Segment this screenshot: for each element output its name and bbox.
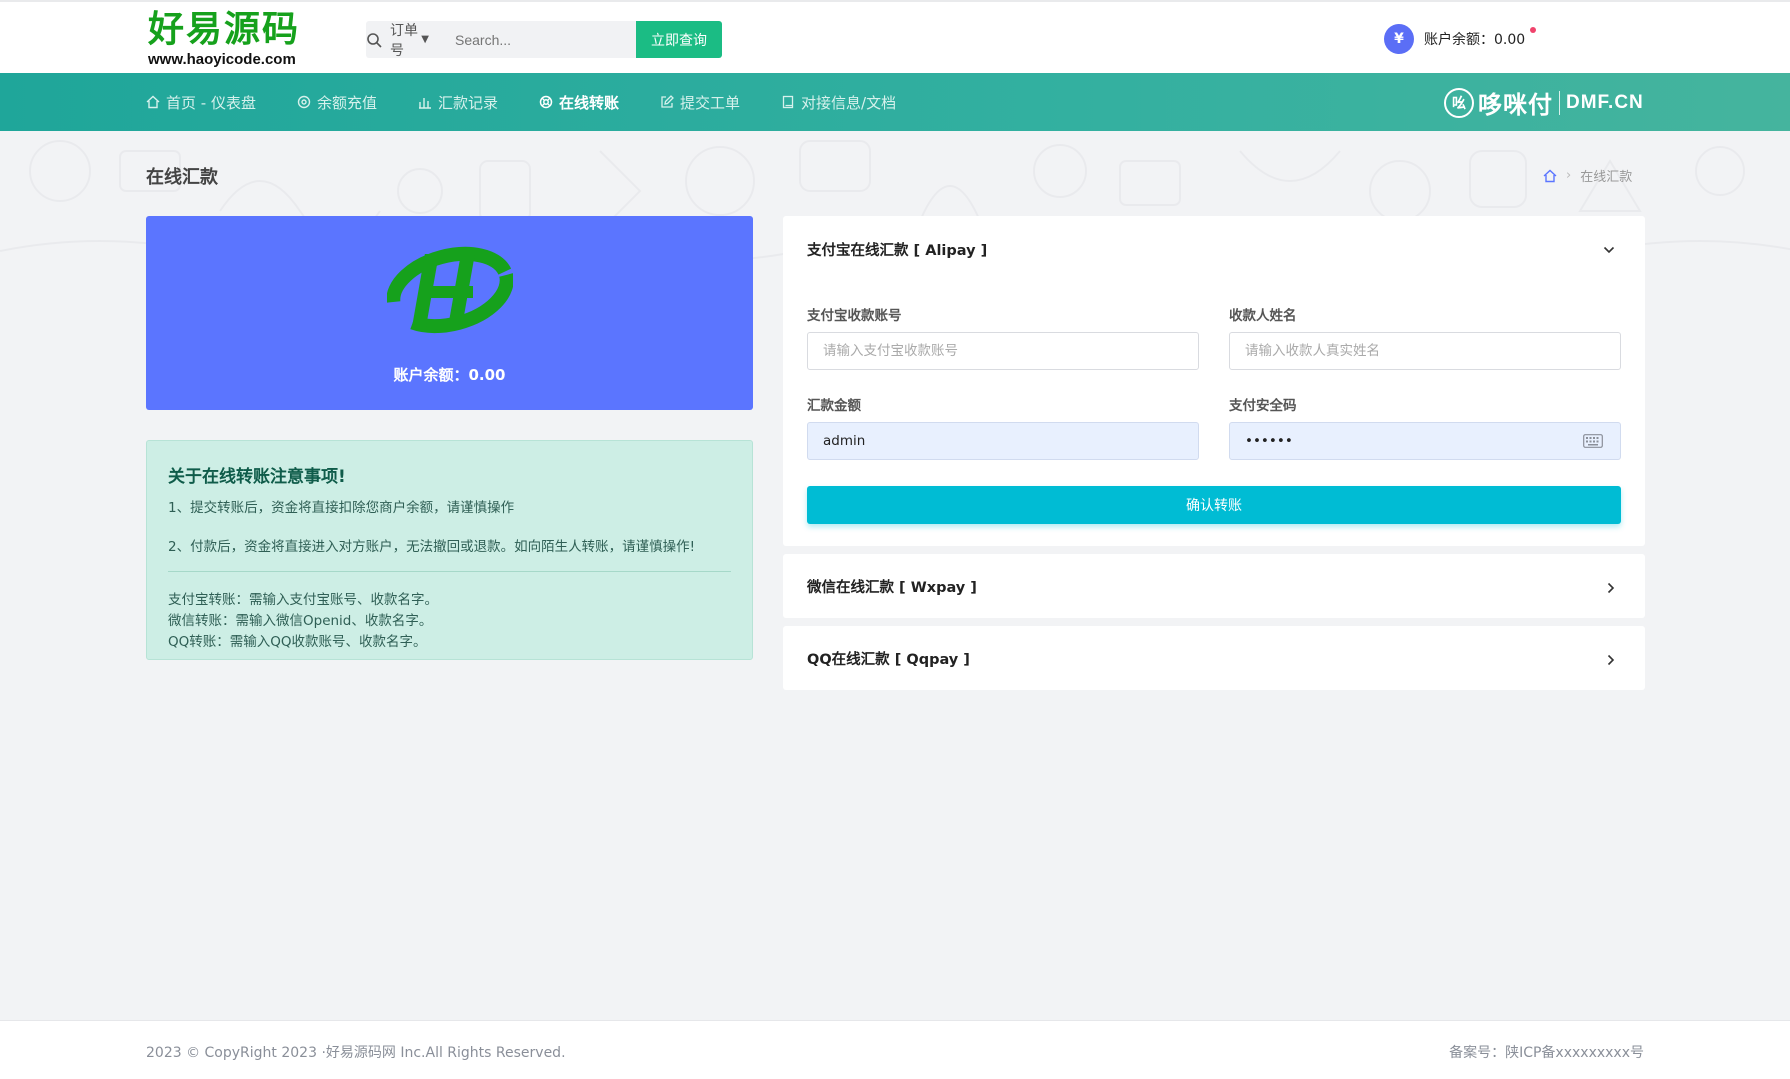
search-type-value: 订单号 [390, 22, 418, 59]
chevron-down-icon[interactable] [1603, 246, 1615, 254]
payee-name-label: 收款人姓名 [1229, 308, 1297, 324]
book-icon [782, 95, 794, 109]
chevron-right-icon[interactable] [1607, 582, 1615, 594]
nav-label: 余额充值 [316, 93, 377, 112]
nav-label: 首页 - 仪表盘 [166, 93, 256, 112]
brand-divider [1559, 90, 1560, 115]
nav-item-docs[interactable]: 对接信息/文档 [781, 92, 896, 113]
notice-line-1: 1、提交转账后，资金将直接扣除您商户余额，请谨慎操作 [168, 500, 515, 516]
balance-text: 账户余额：0.00 [1424, 32, 1526, 48]
nav-label: 对接信息/文档 [801, 93, 897, 112]
nav-label: 提交工单 [680, 93, 741, 112]
alipay-account-label: 支付宝收款账号 [807, 308, 902, 324]
footer-icp[interactable]: 备案号：陕ICP备xxxxxxxxx号 [1449, 1042, 1644, 1062]
notice-divider [168, 571, 731, 572]
site-logo[interactable]: 好易源码 www.haoyicode.com [148, 10, 308, 70]
search-type-select[interactable]: 订单号 ▼ [382, 20, 435, 60]
nav-items: 首页 - 仪表盘 余额充值 汇款记录 在线转账 提交工单 对接信息/文档 [146, 73, 937, 131]
payee-name-input[interactable] [1229, 332, 1621, 370]
search-icon [366, 21, 382, 58]
breadcrumb-separator: › [1566, 168, 1572, 183]
nav-item-recharge[interactable]: 余额充值 [297, 92, 377, 113]
notice-wechat: 微信转账：需输入微信Openid、收款名字。 [168, 613, 433, 629]
hl-logo-icon [387, 246, 513, 334]
search-button[interactable]: 立即查询 [636, 21, 722, 58]
caret-down-icon: ▼ [421, 34, 429, 45]
brand-name-cn: 哆咪付 [1478, 91, 1553, 119]
nav-item-dashboard[interactable]: 首页 - 仪表盘 [146, 92, 256, 113]
page-title: 在线汇款 [146, 167, 218, 188]
nav-label: 在线转账 [558, 93, 619, 112]
main-nav: 首页 - 仪表盘 余额充值 汇款记录 在线转账 提交工单 对接信息/文档 吆 哆… [0, 73, 1790, 131]
amount-label: 汇款金额 [807, 398, 861, 414]
balance-card: 账户余额：0.00 [146, 216, 753, 410]
wechat-panel[interactable]: 微信在线汇款 [ Wxpay ] [783, 554, 1645, 618]
keyboard-icon[interactable] [1583, 434, 1603, 448]
brand-logo[interactable]: 吆 哆咪付 DMF.CN [1444, 85, 1644, 120]
notice-card: 关于在线转账注意事项! 1、提交转账后，资金将直接扣除您商户余额，请谨慎操作 2… [146, 440, 753, 660]
home-icon [146, 95, 160, 109]
footer-copyright: 2023 © CopyRight 2023 ·好易源码网 Inc.All Rig… [146, 1045, 566, 1061]
avatar: ¥ [1384, 24, 1414, 54]
notice-alipay: 支付宝转账：需输入支付宝账号、收款名字。 [168, 592, 438, 608]
home-icon[interactable] [1543, 169, 1557, 183]
security-pin-label: 支付安全码 [1229, 398, 1297, 414]
brand-mark-icon: 吆 [1444, 87, 1474, 118]
search-input[interactable] [435, 21, 636, 58]
edit-icon [661, 95, 674, 108]
notification-dot [1530, 27, 1536, 33]
amount-input[interactable] [807, 422, 1199, 460]
top-header: 好易源码 www.haoyicode.com 订单号 ▼ 立即查询 ¥ 账户余额… [0, 0, 1790, 73]
breadcrumb: › 在线汇款 [1543, 166, 1632, 185]
qq-panel-title[interactable]: QQ在线汇款 [ Qqpay ] [807, 648, 970, 669]
alipay-panel-title[interactable]: 支付宝在线汇款 [ Alipay ] [807, 239, 987, 260]
nav-item-ticket[interactable]: 提交工单 [660, 92, 740, 113]
notice-line-2: 2、付款后，资金将直接进入对方账户，无法撤回或退款。如向陌生人转账，请谨慎操作! [168, 539, 695, 555]
qq-panel[interactable]: QQ在线汇款 [ Qqpay ] [783, 626, 1645, 690]
footer: 2023 © CopyRight 2023 ·好易源码网 Inc.All Rig… [0, 1020, 1790, 1079]
nav-label: 汇款记录 [437, 93, 498, 112]
target-icon [297, 95, 311, 109]
logo-url: www.haoyicode.com [148, 51, 296, 68]
alipay-panel: 支付宝在线汇款 [ Alipay ] 支付宝收款账号 收款人姓名 汇款金额 支付… [783, 216, 1645, 546]
nav-item-records[interactable]: 汇款记录 [418, 92, 498, 113]
breadcrumb-current: 在线汇款 [1580, 170, 1633, 185]
notice-title: 关于在线转账注意事项! [168, 467, 346, 487]
balance-card-amount: 账户余额：0.00 [393, 366, 506, 384]
wechat-panel-title[interactable]: 微信在线汇款 [ Wxpay ] [807, 576, 977, 597]
chevron-right-icon[interactable] [1607, 654, 1615, 666]
lifebuoy-icon [539, 95, 553, 109]
alipay-account-input[interactable] [807, 332, 1199, 370]
order-search: 订单号 ▼ 立即查询 [366, 20, 722, 60]
nav-item-transfer[interactable]: 在线转账 [539, 92, 619, 113]
logo-chinese: 好易源码 [148, 9, 301, 50]
user-balance[interactable]: ¥ 账户余额：0.00 [1384, 24, 1536, 54]
brand-name-en: DMF.CN [1566, 91, 1644, 113]
notice-qq: QQ转账：需输入QQ收款账号、收款名字。 [168, 634, 427, 650]
bar-chart-icon [418, 98, 431, 109]
search-box: 订单号 ▼ [366, 20, 636, 60]
security-pin-input[interactable] [1229, 422, 1621, 460]
confirm-transfer-button[interactable]: 确认转账 [807, 486, 1621, 524]
